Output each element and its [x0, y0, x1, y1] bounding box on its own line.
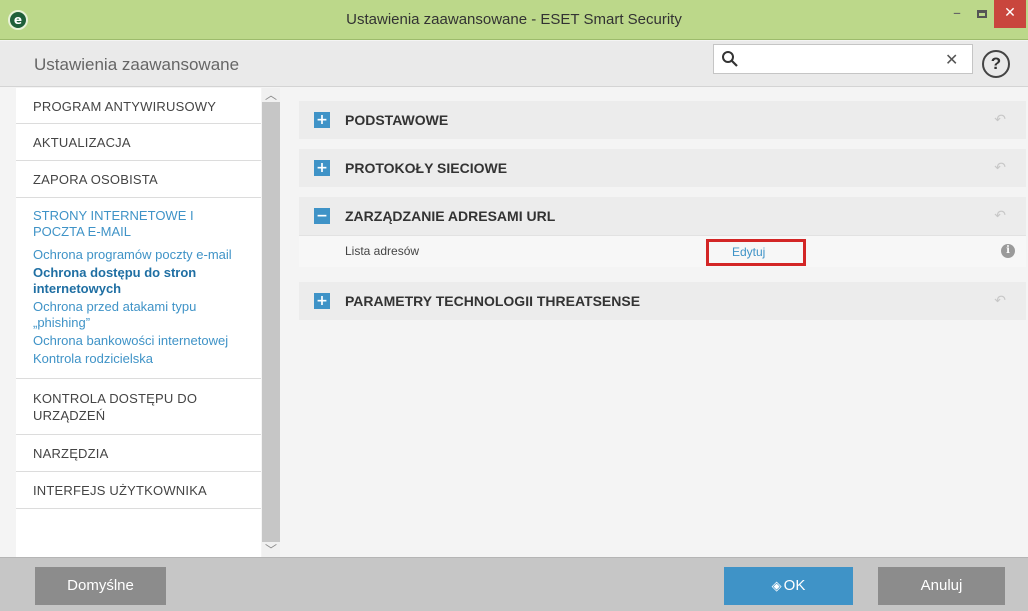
sidebar-item-user-interface[interactable]: INTERFEJS UŻYTKOWNIKA — [16, 472, 261, 509]
ok-button[interactable]: ◈ OK — [724, 567, 853, 605]
sidebar-item-label: KONTROLA DOSTĘPU DO URZĄDZEŃ — [33, 391, 198, 423]
search-box[interactable]: ✕ — [713, 44, 973, 74]
clear-search-icon[interactable]: ✕ — [945, 50, 958, 69]
cancel-button[interactable]: Anuluj — [878, 567, 1005, 605]
section-basic[interactable]: + PODSTAWOWE ↶ — [299, 101, 1026, 139]
page-title: Ustawienia zaawansowane — [34, 55, 240, 74]
settings-panel: + PODSTAWOWE ↶ + PROTOKOŁY SIECIOWE ↶ − … — [282, 88, 1028, 557]
ok-label: OK — [783, 577, 806, 594]
minimize-button[interactable]: – — [944, 0, 970, 28]
footer-bar: Domyślne ◈ OK Anuluj — [0, 557, 1028, 611]
url-list-label: Lista adresów — [345, 244, 420, 258]
reset-icon[interactable]: ↶ — [994, 160, 1006, 176]
sidebar-item-tools[interactable]: NARZĘDZIA — [16, 435, 261, 472]
reset-icon[interactable]: ↶ — [994, 112, 1006, 128]
sidebar-item-web-email[interactable]: STRONY INTERNETOWE I POCZTA E-MAIL — [33, 208, 244, 240]
section-title: PARAMETRY TECHNOLOGII THREATSENSE — [345, 293, 641, 309]
title-bar: e Ustawienia zaawansowane - ESET Smart S… — [0, 0, 1028, 40]
section-title: PODSTAWOWE — [345, 112, 449, 128]
sidebar-subitem-banking[interactable]: Ochrona bankowości internetowej — [33, 332, 244, 350]
sidebar-item-firewall[interactable]: ZAPORA OSOBISTA — [16, 161, 261, 198]
section-title: PROTOKOŁY SIECIOWE — [345, 160, 508, 176]
sidebar-item-label: NARZĘDZIA — [33, 446, 109, 461]
expand-icon[interactable]: + — [314, 293, 330, 309]
chevron-down-icon[interactable]: ﹀ — [262, 543, 280, 557]
sidebar-item-label: INTERFEJS UŻYTKOWNIKA — [33, 483, 207, 498]
scrollbar-thumb[interactable] — [262, 102, 280, 542]
sidebar-item-label: AKTUALIZACJA — [33, 135, 131, 150]
sidebar-subitem-email-clients[interactable]: Ochrona programów poczty e-mail — [33, 246, 244, 264]
sidebar-subitem-web-access[interactable]: Ochrona dostępu do stron internetowych — [33, 264, 244, 298]
maximize-icon — [977, 10, 987, 18]
section-threatsense[interactable]: + PARAMETRY TECHNOLOGII THREATSENSE ↶ — [299, 282, 1026, 320]
url-list-row: Lista adresów Edytuj i — [299, 235, 1026, 267]
close-button[interactable]: ✕ — [994, 0, 1026, 28]
reset-icon[interactable]: ↶ — [994, 293, 1006, 309]
help-icon[interactable]: ? — [982, 50, 1010, 78]
sidebar-item-device-control[interactable]: KONTROLA DOSTĘPU DO URZĄDZEŃ — [16, 379, 261, 435]
window-title: Ustawienia zaawansowane - ESET Smart Sec… — [346, 11, 682, 28]
reset-icon[interactable]: ↶ — [994, 208, 1006, 224]
edit-url-list-link[interactable]: Edytuj — [706, 239, 806, 266]
section-url-management[interactable]: − ZARZĄDZANIE ADRESAMI URL ↶ — [299, 197, 1026, 235]
shield-icon: ◈ — [771, 579, 782, 594]
section-title: ZARZĄDZANIE ADRESAMI URL — [345, 208, 556, 224]
expand-icon[interactable]: + — [314, 112, 330, 128]
header-bar: Ustawienia zaawansowane ✕ ? — [0, 41, 1028, 87]
sidebar-group-web-email: STRONY INTERNETOWE I POCZTA E-MAIL Ochro… — [16, 198, 261, 379]
sidebar-item-update[interactable]: AKTUALIZACJA — [16, 124, 261, 161]
expand-icon[interactable]: + — [314, 160, 330, 176]
default-button[interactable]: Domyślne — [35, 567, 166, 605]
sidebar-subitem-parental-control[interactable]: Kontrola rodzicielska — [33, 350, 244, 368]
sidebar-scrollbar[interactable]: ︿ ﹀ — [262, 88, 280, 557]
sidebar-item-antivirus[interactable]: PROGRAM ANTYWIRUSOWY — [16, 88, 261, 124]
sidebar-item-label: PROGRAM ANTYWIRUSOWY — [33, 99, 217, 114]
search-icon — [722, 51, 738, 67]
sidebar-item-label: ZAPORA OSOBISTA — [33, 172, 158, 187]
sidebar-subitem-antiphishing[interactable]: Ochrona przed atakami typu „phishing” — [33, 298, 244, 332]
sidebar: PROGRAM ANTYWIRUSOWY AKTUALIZACJA ZAPORA… — [16, 88, 261, 557]
section-network-protocols[interactable]: + PROTOKOŁY SIECIOWE ↶ — [299, 149, 1026, 187]
info-icon[interactable]: i — [1001, 244, 1015, 258]
maximize-button[interactable] — [970, 0, 994, 28]
search-input[interactable] — [746, 47, 946, 71]
chevron-up-icon[interactable]: ︿ — [262, 88, 280, 102]
collapse-icon[interactable]: − — [314, 208, 330, 224]
